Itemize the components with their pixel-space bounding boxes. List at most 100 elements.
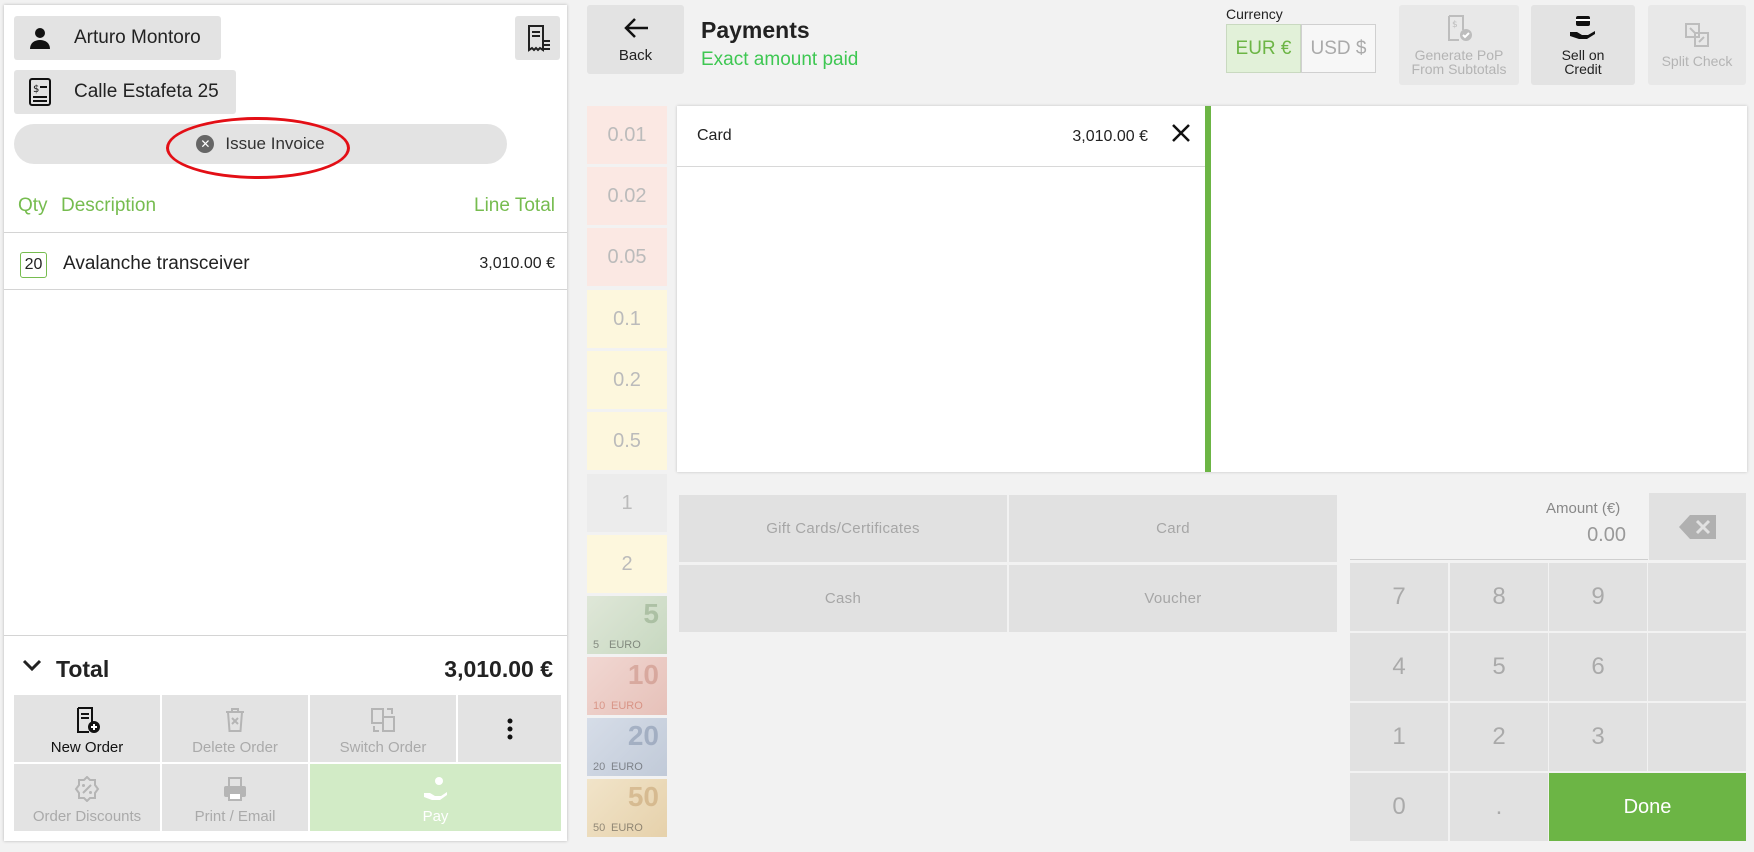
item-qty[interactable]: 20 bbox=[20, 252, 47, 278]
coin-0-05-button[interactable]: 0.05 bbox=[587, 228, 667, 286]
gift-cards-button[interactable]: Gift Cards/Certificates bbox=[679, 495, 1007, 562]
pay-button[interactable]: Pay bbox=[310, 764, 561, 831]
switch-order-button[interactable]: Switch Order bbox=[310, 695, 456, 762]
keypad-8[interactable]: 8 bbox=[1450, 563, 1548, 631]
pay-hand-icon bbox=[422, 774, 450, 804]
keypad-3[interactable]: 3 bbox=[1549, 703, 1647, 771]
generate-pop-button[interactable]: $ Generate PoP From Subtotals bbox=[1399, 5, 1519, 85]
banknote-10-button[interactable]: 10 10 EURO bbox=[587, 657, 667, 715]
receipt-check-icon: $ bbox=[1445, 14, 1473, 44]
person-icon bbox=[26, 26, 54, 50]
cash-button[interactable]: Cash bbox=[679, 565, 1007, 632]
keypad-decimal[interactable]: . bbox=[1450, 773, 1548, 841]
voucher-button[interactable]: Voucher bbox=[1009, 565, 1337, 632]
remove-payment-icon[interactable] bbox=[1170, 122, 1192, 149]
payment-status: Exact amount paid bbox=[701, 49, 859, 70]
print-email-button[interactable]: Print / Email bbox=[162, 764, 308, 831]
banknote-tag: EURO bbox=[611, 761, 643, 773]
total-value: 3,010.00 € bbox=[444, 656, 553, 682]
keypad-6[interactable]: 6 bbox=[1549, 633, 1647, 701]
coin-0-2-button[interactable]: 0.2 bbox=[587, 351, 667, 409]
svg-text:$: $ bbox=[1452, 20, 1458, 30]
column-header-qty: Qty bbox=[18, 195, 48, 216]
banknote-tag: EURO bbox=[609, 639, 641, 651]
new-order-button[interactable]: New Order bbox=[14, 695, 160, 762]
generate-pop-label-line2: From Subtotals bbox=[1411, 61, 1507, 77]
backspace-icon bbox=[1678, 514, 1716, 539]
banknote-tag: EURO bbox=[611, 700, 643, 712]
keypad-1[interactable]: 1 bbox=[1350, 703, 1448, 771]
svg-text:$: $ bbox=[33, 84, 39, 95]
banknote-small-value: 10 bbox=[593, 700, 606, 712]
issue-invoice-toggle[interactable]: ✕ Issue Invoice bbox=[14, 124, 507, 164]
order-discounts-button[interactable]: Order Discounts bbox=[14, 764, 160, 831]
payment-amount: 3,010.00 € bbox=[1072, 128, 1148, 145]
divider bbox=[4, 289, 567, 290]
amount-input[interactable]: 0.00 bbox=[1587, 524, 1626, 547]
bill-document-icon: $ bbox=[26, 78, 54, 106]
split-check-label: Split Check bbox=[1661, 53, 1733, 69]
table-row[interactable]: 20 Avalanche transceiver 3,010.00 € bbox=[4, 238, 567, 294]
sell-on-credit-button[interactable]: Sell on Credit bbox=[1531, 5, 1635, 85]
delete-order-button[interactable]: Delete Order bbox=[162, 695, 308, 762]
keypad-blank-1 bbox=[1648, 563, 1746, 631]
backspace-button[interactable] bbox=[1649, 493, 1746, 560]
keypad-blank-3 bbox=[1648, 703, 1746, 771]
column-header-line-total: Line Total bbox=[474, 195, 555, 216]
banknote-50-button[interactable]: 50 50 EURO bbox=[587, 779, 667, 837]
banknote-value: 10 bbox=[627, 659, 659, 690]
discount-badge-icon bbox=[74, 774, 100, 804]
coin-2-button[interactable]: 2 bbox=[587, 535, 667, 593]
divider bbox=[4, 232, 567, 233]
currency-usd-option[interactable]: USD $ bbox=[1301, 24, 1376, 73]
coin-0-1-button[interactable]: 0.1 bbox=[587, 290, 667, 348]
split-icon bbox=[1684, 22, 1710, 50]
pay-label: Pay bbox=[422, 808, 449, 825]
keypad-5[interactable]: 5 bbox=[1450, 633, 1548, 701]
coin-0-5-button[interactable]: 0.5 bbox=[587, 412, 667, 470]
address-chip[interactable]: $ Calle Estafeta 25 bbox=[14, 70, 236, 114]
item-description: Avalanche transceiver bbox=[63, 253, 250, 274]
order-panel: Arturo Montoro $ Calle Estafeta 25 ✕ Iss… bbox=[4, 5, 567, 841]
keypad-2[interactable]: 2 bbox=[1450, 703, 1548, 771]
keypad-7[interactable]: 7 bbox=[1350, 563, 1448, 631]
currency-eur-option[interactable]: EUR € bbox=[1226, 24, 1301, 73]
banknote-20-button[interactable]: 20 20 EURO bbox=[587, 718, 667, 776]
keypad-blank-2 bbox=[1648, 633, 1746, 701]
list-item[interactable]: Card 3,010.00 € bbox=[677, 106, 1205, 167]
back-button[interactable]: Back bbox=[587, 5, 684, 74]
order-discounts-label: Order Discounts bbox=[32, 808, 142, 825]
credit-hand-icon bbox=[1568, 14, 1598, 44]
banknote-value: 5 bbox=[643, 598, 659, 629]
panel-divider bbox=[1205, 106, 1211, 472]
printer-icon bbox=[222, 774, 248, 804]
payments-list: Card 3,010.00 € bbox=[677, 106, 1205, 472]
receipt-settings-button[interactable] bbox=[515, 16, 560, 60]
done-button[interactable]: Done bbox=[1549, 773, 1746, 841]
coin-0-01-button[interactable]: 0.01 bbox=[587, 106, 667, 164]
address-text: Calle Estafeta 25 bbox=[74, 81, 219, 102]
card-button[interactable]: Card bbox=[1009, 495, 1337, 562]
item-line-total: 3,010.00 € bbox=[479, 255, 555, 272]
coin-0-02-button[interactable]: 0.02 bbox=[587, 167, 667, 225]
divider bbox=[1350, 559, 1648, 560]
close-circle-icon: ✕ bbox=[196, 135, 215, 153]
switch-order-label: Switch Order bbox=[339, 739, 427, 756]
coin-1-button[interactable]: 1 bbox=[587, 474, 667, 532]
print-email-label: Print / Email bbox=[194, 808, 276, 825]
keypad-4[interactable]: 4 bbox=[1350, 633, 1448, 701]
customer-chip[interactable]: Arturo Montoro bbox=[14, 16, 221, 60]
more-options-button[interactable] bbox=[458, 695, 561, 762]
banknote-value: 50 bbox=[627, 781, 659, 812]
currency-label: Currency bbox=[1226, 6, 1283, 22]
banknote-value: 20 bbox=[627, 720, 659, 751]
keypad-9[interactable]: 9 bbox=[1549, 563, 1647, 631]
delete-order-label: Delete Order bbox=[192, 739, 278, 756]
banknote-small-value: 20 bbox=[593, 761, 606, 773]
chevron-down-icon[interactable] bbox=[22, 659, 42, 678]
banknote-small-value: 5 bbox=[593, 639, 600, 651]
split-check-button[interactable]: Split Check bbox=[1648, 5, 1746, 85]
banknote-5-button[interactable]: 5 5 EURO bbox=[587, 596, 667, 654]
page-title: Payments bbox=[701, 17, 810, 43]
keypad-0[interactable]: 0 bbox=[1350, 773, 1448, 841]
